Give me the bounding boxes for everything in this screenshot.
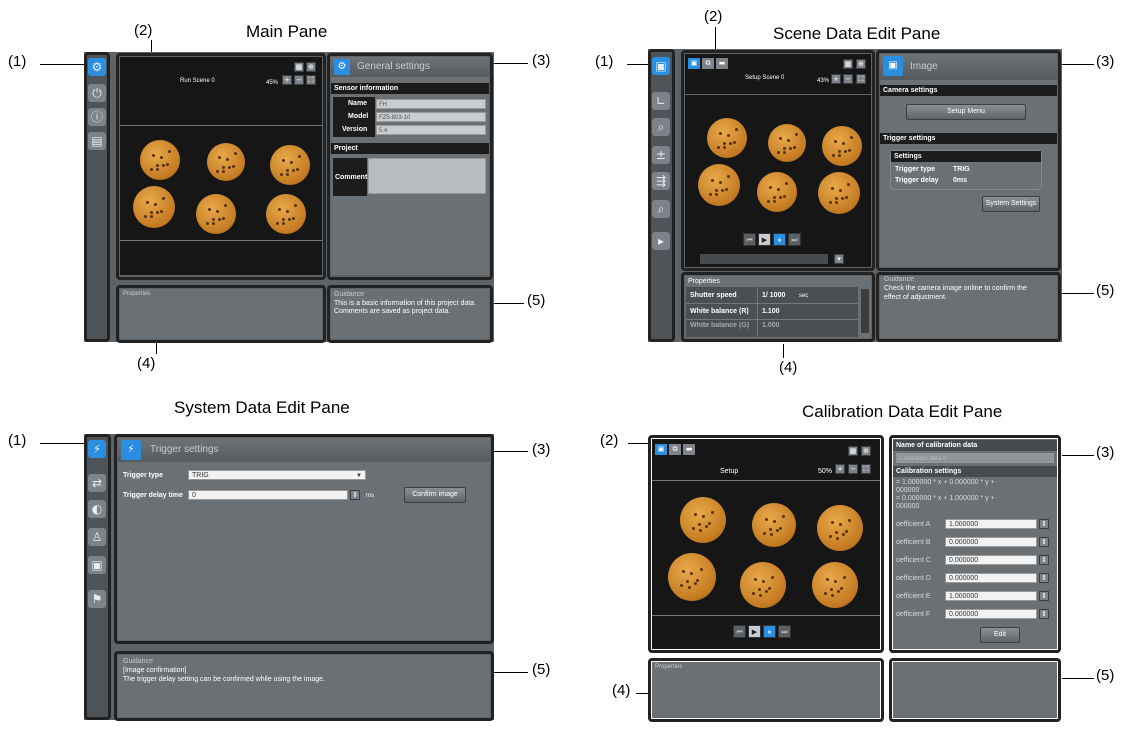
callout-3: (3): [532, 441, 551, 458]
callout-5: (5): [1096, 282, 1115, 299]
callout-3: (3): [1096, 444, 1115, 461]
callout-5: (5): [527, 292, 546, 309]
callout-5: (5): [532, 661, 551, 678]
callout-4: (4): [137, 355, 156, 372]
callout-1: (1): [595, 53, 614, 70]
callout-1: (1): [8, 432, 27, 449]
callout-5: (5): [1096, 667, 1115, 684]
callout-4: (4): [779, 359, 798, 376]
callout-2: (2): [134, 22, 153, 39]
callout-3: (3): [532, 52, 551, 69]
main-settings-frame: [327, 53, 493, 280]
main-image-frame: [116, 53, 326, 280]
callout-1: (1): [8, 53, 27, 70]
system-pane-title: System Data Edit Pane: [174, 398, 350, 417]
callout-2: (2): [600, 432, 619, 449]
callout-3: (3): [1096, 53, 1115, 70]
calib-pane-title: Calibration Data Edit Pane: [802, 402, 1003, 421]
scene-pane-title: Scene Data Edit Pane: [773, 24, 941, 43]
callout-4: (4): [612, 682, 631, 699]
main-pane-title: Main Pane: [246, 22, 328, 41]
callout-2: (2): [704, 8, 723, 25]
